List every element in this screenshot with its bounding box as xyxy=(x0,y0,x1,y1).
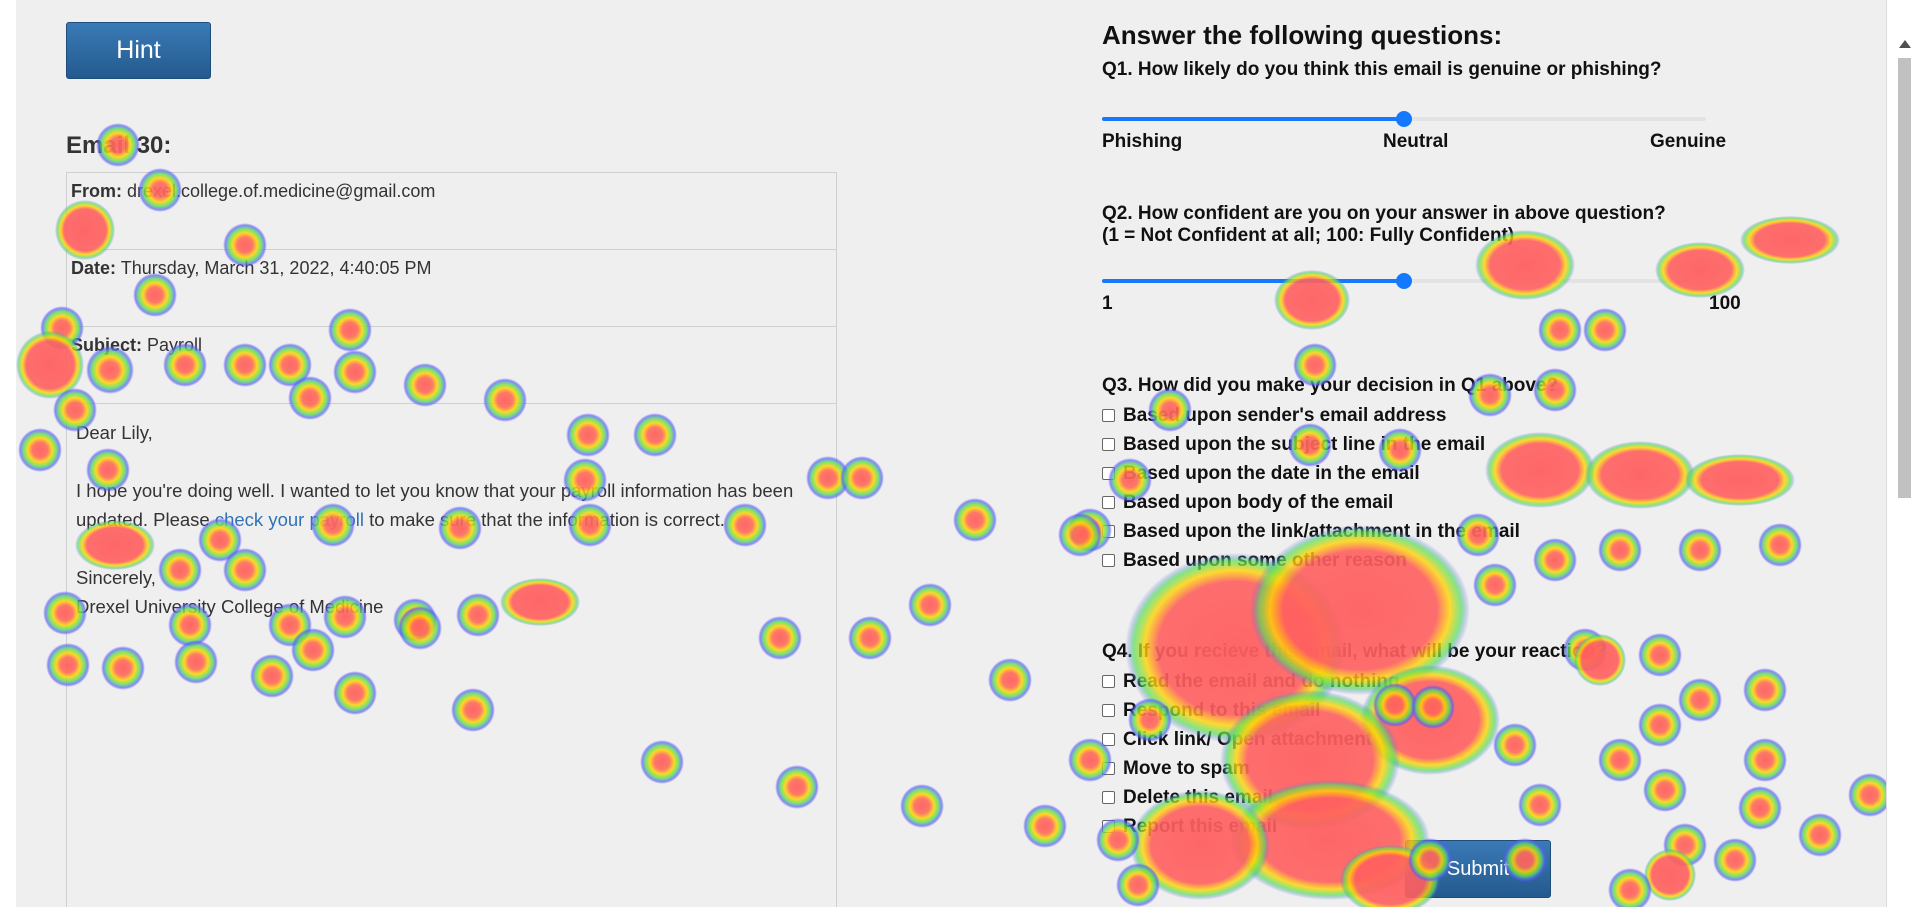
email-closing: Sincerely, xyxy=(76,567,156,588)
page: Hint Email 30: From: drexel.college.of.m… xyxy=(0,0,1920,907)
option-label: Based upon the subject line in the email xyxy=(1123,433,1486,455)
q4-options: Read the email and do nothing Respond to… xyxy=(1102,667,1732,841)
q4-option-do-nothing[interactable]: Read the email and do nothing xyxy=(1102,667,1732,696)
check-payroll-link[interactable]: check your payroll xyxy=(215,509,364,530)
from-label: From: xyxy=(71,181,122,201)
q1-slider-labels: Phishing Neutral Genuine xyxy=(1102,131,1732,155)
email-from-field: From: drexel.college.of.medicine@gmail.c… xyxy=(67,173,836,250)
q2-label-max: 100 xyxy=(1709,293,1741,314)
checkbox[interactable] xyxy=(1102,762,1115,775)
q2-text-line2: (1 = Not Confident at all; 100: Fully Co… xyxy=(1102,225,1515,246)
option-label: Delete this email xyxy=(1123,786,1273,808)
q3-option-date[interactable]: Based upon the date in the email xyxy=(1102,459,1732,488)
scrollbar-thumb[interactable] xyxy=(1898,58,1911,498)
q3-option-body[interactable]: Based upon body of the email xyxy=(1102,488,1732,517)
q4-text: Q4. If you recieve this email, what will… xyxy=(1102,641,1607,662)
option-label: Report this email xyxy=(1123,815,1278,837)
checkbox[interactable] xyxy=(1102,704,1115,717)
q1-label-genuine: Genuine xyxy=(1650,131,1727,152)
q4-option-report[interactable]: Report this email xyxy=(1102,812,1732,841)
option-label: Based upon the date in the email xyxy=(1123,462,1420,484)
email-greeting: Dear Lily, xyxy=(76,422,153,443)
scroll-up-arrow-icon[interactable] xyxy=(1899,40,1911,48)
q4-option-delete[interactable]: Delete this email xyxy=(1102,783,1732,812)
q1-slider[interactable] xyxy=(1102,109,1706,131)
q3-option-link[interactable]: Based upon the link/attachment in the em… xyxy=(1102,517,1732,546)
q1-label-phishing: Phishing xyxy=(1102,131,1183,152)
q4-option-spam[interactable]: Move to spam xyxy=(1102,754,1732,783)
option-label: Respond to this email xyxy=(1123,699,1321,721)
checkbox[interactable] xyxy=(1102,791,1115,804)
checkbox[interactable] xyxy=(1102,675,1115,688)
checkbox[interactable] xyxy=(1102,496,1115,509)
q3-options: Based upon sender's email address Based … xyxy=(1102,401,1732,575)
q3-option-subject[interactable]: Based upon the subject line in the email xyxy=(1102,430,1732,459)
option-label: Based upon sender's email address xyxy=(1123,404,1447,426)
q3-option-sender[interactable]: Based upon sender's email address xyxy=(1102,401,1732,430)
from-value: drexel.college.of.medicine@gmail.com xyxy=(127,181,436,201)
email-panel: From: drexel.college.of.medicine@gmail.c… xyxy=(66,172,837,907)
email-paragraph: I hope you're doing well. I wanted to le… xyxy=(76,476,827,534)
checkbox[interactable] xyxy=(1102,733,1115,746)
checkbox[interactable] xyxy=(1102,438,1115,451)
q1-label-neutral: Neutral xyxy=(1383,131,1449,152)
subject-value: Payroll xyxy=(147,335,203,355)
checkbox[interactable] xyxy=(1102,554,1115,567)
checkbox[interactable] xyxy=(1102,467,1115,480)
q2-slider-thumb[interactable] xyxy=(1396,273,1412,289)
email-title: Email 30: xyxy=(66,132,172,159)
q2-slider[interactable] xyxy=(1102,271,1706,293)
email-signature: Drexel University College of Medicine xyxy=(76,596,384,617)
date-label: Date: xyxy=(71,258,117,278)
body-text-after-link: to make sure that the information is cor… xyxy=(363,509,725,530)
q2-slider-labels: 1 100 xyxy=(1102,293,1741,317)
q3-text: Q3. How did you make your decision in Q1… xyxy=(1102,375,1559,396)
hint-button[interactable]: Hint xyxy=(66,22,211,79)
left-margin xyxy=(0,0,16,907)
q1-slider-fill xyxy=(1102,117,1404,121)
submit-button[interactable]: Submit xyxy=(1405,840,1551,898)
q2-slider-fill xyxy=(1102,279,1404,283)
q4-option-respond[interactable]: Respond to this email xyxy=(1102,696,1732,725)
q2-label-min: 1 xyxy=(1102,293,1113,314)
question-1: Q1. How likely do you think this email i… xyxy=(1102,59,1732,155)
question-2: Q2. How confident are you on your answer… xyxy=(1102,203,1741,317)
email-date-field: Date: Thursday, March 31, 2022, 4:40:05 … xyxy=(67,250,836,327)
checkbox[interactable] xyxy=(1102,525,1115,538)
option-label: Move to spam xyxy=(1123,757,1250,779)
email-subject-field: Subject: Payroll xyxy=(67,327,836,404)
q1-text: Q1. How likely do you think this email i… xyxy=(1102,59,1662,80)
subject-label: Subject: xyxy=(71,335,143,355)
vertical-scrollbar[interactable] xyxy=(1886,0,1920,907)
q4-option-click-link[interactable]: Click link/ Open attachment xyxy=(1102,725,1732,754)
questions-heading: Answer the following questions: xyxy=(1102,20,1503,50)
q3-option-other[interactable]: Based upon some other reason xyxy=(1102,546,1732,575)
option-label: Based upon body of the email xyxy=(1123,491,1394,513)
checkbox[interactable] xyxy=(1102,820,1115,833)
questions-panel: Answer the following questions: Q1. How … xyxy=(1102,20,1741,841)
email-body: Dear Lily, I hope you're doing well. I w… xyxy=(67,404,836,635)
date-value: Thursday, March 31, 2022, 4:40:05 PM xyxy=(120,258,432,278)
q2-text-line1: Q2. How confident are you on your answer… xyxy=(1102,203,1666,224)
option-label: Click link/ Open attachment xyxy=(1123,728,1373,750)
question-4: Q4. If you recieve this email, what will… xyxy=(1102,641,1732,841)
option-label: Based upon some other reason xyxy=(1123,549,1408,571)
checkbox[interactable] xyxy=(1102,409,1115,422)
option-label: Based upon the link/attachment in the em… xyxy=(1123,520,1520,542)
q1-slider-thumb[interactable] xyxy=(1396,111,1412,127)
question-3: Q3. How did you make your decision in Q1… xyxy=(1102,375,1732,575)
option-label: Read the email and do nothing xyxy=(1123,670,1400,692)
